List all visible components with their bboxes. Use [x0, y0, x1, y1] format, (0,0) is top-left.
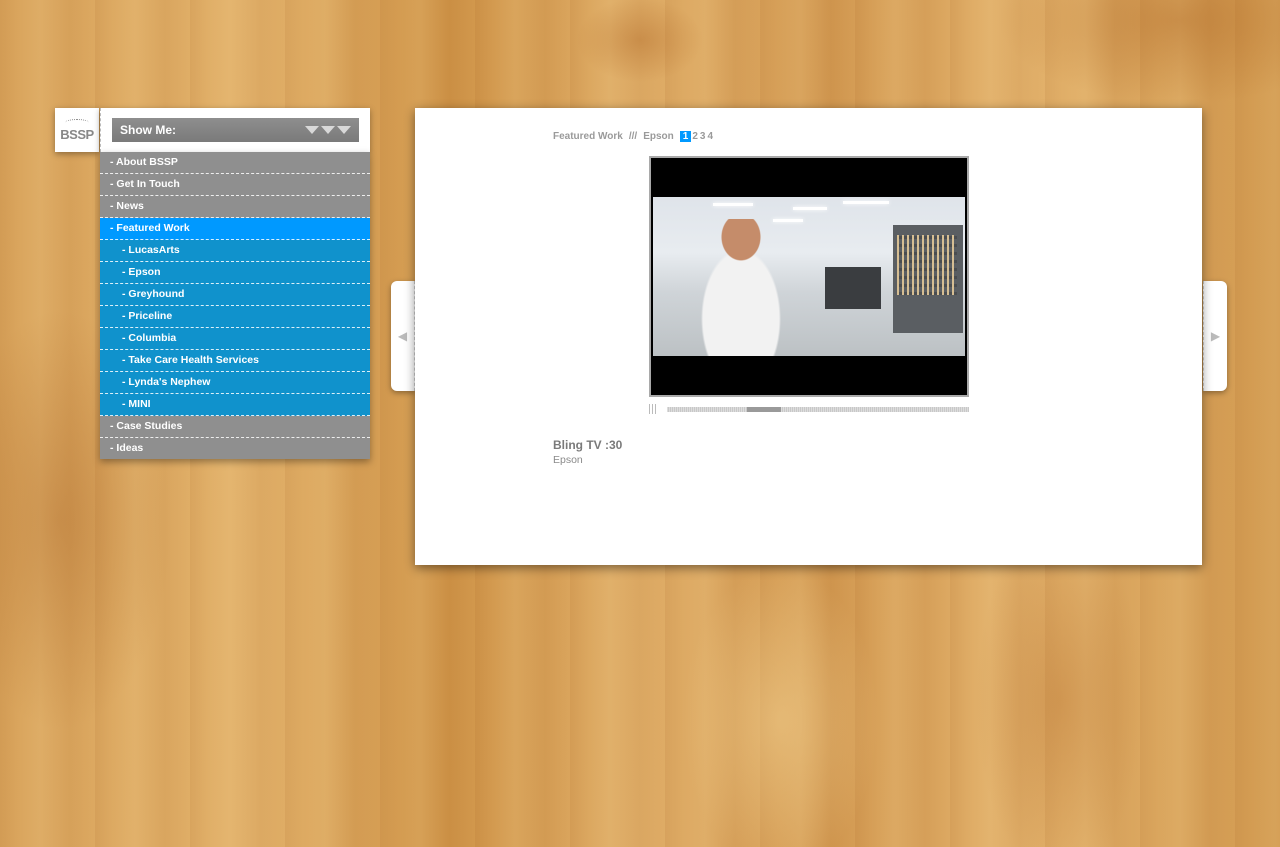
chevron-right-icon: ▶ — [1210, 329, 1221, 343]
showme-label: Show Me: — [120, 123, 176, 137]
logo-text: BSSP — [60, 126, 94, 142]
dropdown-arrows[interactable] — [305, 126, 351, 134]
menu-item[interactable]: - MINI — [100, 394, 370, 416]
menu-item[interactable]: - Priceline — [100, 306, 370, 328]
triangle-down-icon — [321, 126, 335, 134]
ceiling-light — [713, 203, 753, 206]
prev-button[interactable]: ◀ — [391, 281, 415, 391]
page-link[interactable]: 2 — [691, 131, 699, 142]
video-screen[interactable] — [651, 158, 967, 395]
nav-menu: - About BSSP - Get In Touch - News - Featur… — [100, 152, 370, 459]
page-link[interactable]: 1 — [679, 131, 692, 142]
menu-item[interactable]: - Columbia — [100, 328, 370, 350]
menu-item[interactable]: - Take Care Health Services — [100, 350, 370, 372]
scientist-figure — [693, 219, 783, 356]
scrubber-grip[interactable] — [649, 404, 657, 414]
computer-console — [825, 267, 881, 309]
menu-item[interactable]: - Greyhound — [100, 284, 370, 306]
showme-header: Show Me: — [100, 108, 370, 152]
video-client: Epson — [553, 454, 583, 466]
video-player[interactable] — [649, 156, 969, 397]
menu-item[interactable]: - Epson — [100, 262, 370, 284]
breadcrumb-separator: /// — [628, 131, 638, 142]
menu-item[interactable]: - Lynda's Nephew — [100, 372, 370, 394]
server-rack — [893, 225, 963, 333]
menu-item[interactable]: - News — [100, 196, 370, 218]
video-title: Bling TV :30 — [553, 438, 623, 452]
menu-item[interactable]: - Case Studies — [100, 416, 370, 438]
video-frame-image — [653, 197, 965, 356]
next-button[interactable]: ▶ — [1203, 281, 1227, 391]
scrubber-knob[interactable] — [747, 407, 782, 412]
showme-dropdown[interactable]: Show Me: — [112, 118, 359, 142]
pager: 1234 — [679, 131, 714, 142]
menu-item[interactable]: - Ideas — [100, 438, 370, 459]
scrubber-track[interactable] — [667, 407, 969, 412]
content-panel: Featured Work /// Epson 1234 Bling TV :3… — [415, 108, 1202, 565]
ceiling-light — [843, 201, 889, 204]
menu-item[interactable]: - LucasArts — [100, 240, 370, 262]
chevron-left-icon: ◀ — [397, 329, 408, 343]
triangle-down-icon — [337, 126, 351, 134]
menu-item[interactable]: - Get In Touch — [100, 174, 370, 196]
breadcrumb: Featured Work /// Epson 1234 — [553, 131, 714, 142]
video-scrubber[interactable] — [649, 404, 969, 414]
breadcrumb-section[interactable]: Featured Work — [553, 131, 623, 142]
logo[interactable]: BSSP — [55, 108, 99, 152]
page-link[interactable]: 4 — [706, 131, 714, 142]
menu-item[interactable]: - Featured Work — [100, 218, 370, 240]
triangle-down-icon — [305, 126, 319, 134]
menu-item[interactable]: - About BSSP — [100, 152, 370, 174]
breadcrumb-client[interactable]: Epson — [643, 131, 674, 142]
logo-arc — [65, 118, 89, 126]
ceiling-light — [793, 207, 827, 210]
